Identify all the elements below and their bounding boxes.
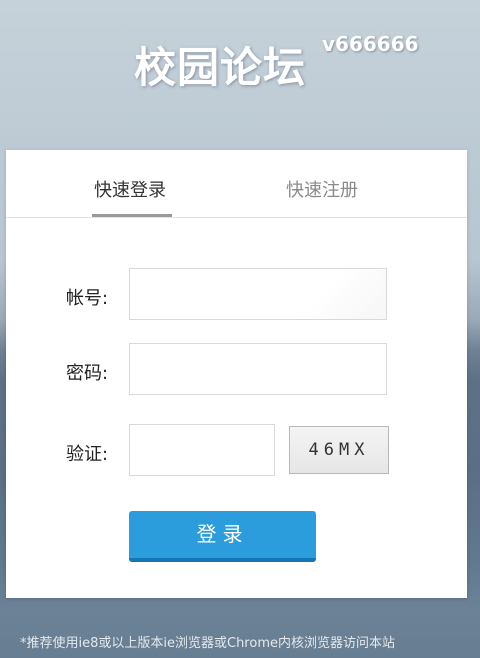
active-tab-indicator [92, 214, 172, 217]
password-label: 密码: [66, 363, 109, 384]
tab-quick-register[interactable]: 快速注册 [286, 176, 358, 202]
site-version: v666666 [322, 32, 419, 56]
captcha-label: 验证: [66, 444, 109, 465]
account-input[interactable] [129, 268, 387, 320]
password-input[interactable] [129, 343, 387, 395]
site-title: 校园论坛 [134, 43, 307, 92]
browser-recommendation-note: *推荐使用ie8或以上版本ie浏览器或Chrome内核浏览器访问本站 [20, 636, 395, 651]
site-header: 校园论坛 v666666 [0, 28, 480, 92]
tab-bar: 快速登录 快速注册 [6, 150, 467, 218]
login-card: 快速登录 快速注册 帐号: 密码: 验证: 46MX 登录 [6, 150, 467, 598]
tab-quick-login[interactable]: 快速登录 [94, 176, 166, 202]
captcha-input[interactable] [129, 424, 275, 476]
login-button[interactable]: 登录 [129, 511, 316, 562]
captcha-image[interactable]: 46MX [289, 426, 389, 474]
account-label: 帐号: [66, 288, 109, 309]
